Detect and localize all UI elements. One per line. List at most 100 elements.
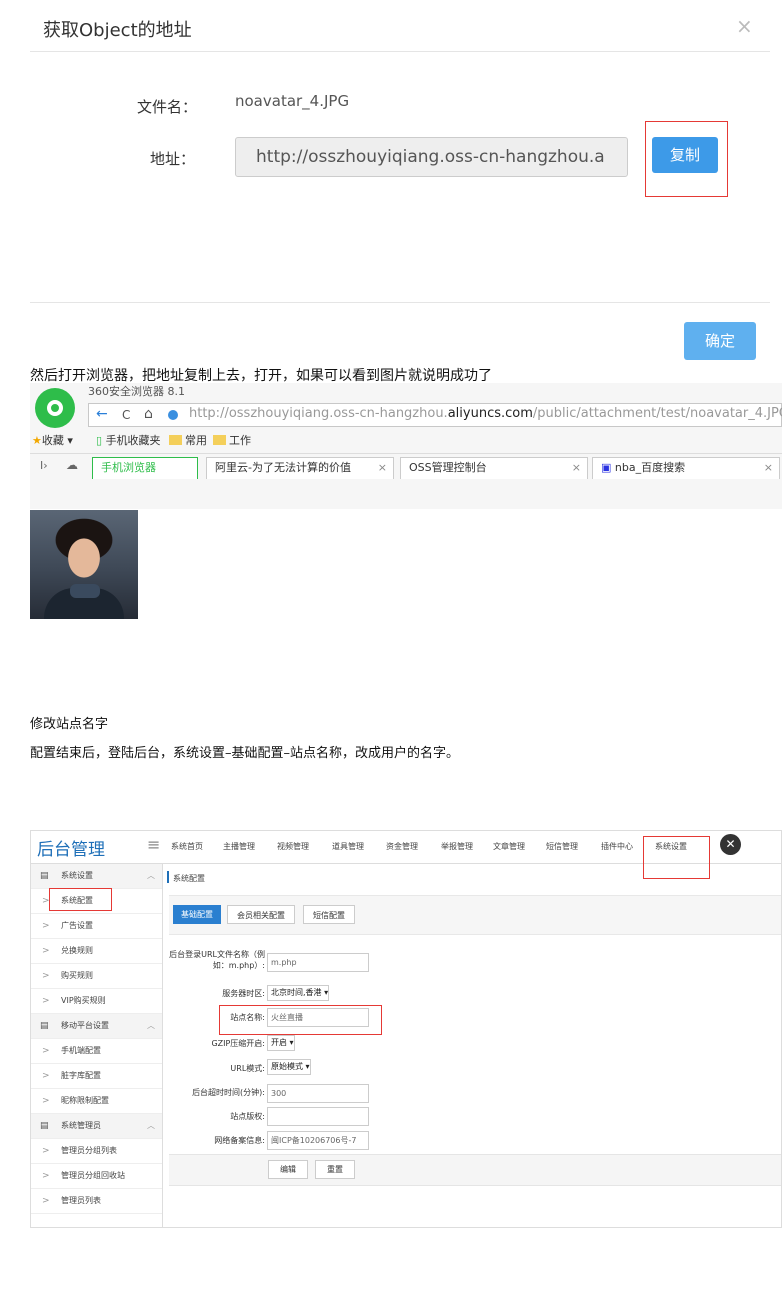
nav-sms[interactable]: 短信管理 xyxy=(546,841,578,852)
sidebar-item-admin-groups[interactable]: > 管理员分组列表 xyxy=(31,1139,162,1164)
timezone-select[interactable]: 北京时间,香港 ▾ xyxy=(267,985,330,1001)
sidebar-highlight-box xyxy=(49,888,112,911)
nav-video[interactable]: 视频管理 xyxy=(277,841,309,852)
nav-funds[interactable]: 资金管理 xyxy=(386,841,418,852)
filename-value: noavatar_4.JPG xyxy=(235,92,350,110)
chevron-right-icon: > xyxy=(42,1046,50,1056)
nav-home[interactable]: 系统首页 xyxy=(171,841,203,852)
sidebar-item-ads[interactable]: > 广告设置 xyxy=(31,914,162,939)
tab-oss-console[interactable]: OSS管理控制台 × xyxy=(400,457,588,479)
nav-highlight-box xyxy=(643,836,710,879)
icp-input[interactable]: 闽ICP备10206706号-7 xyxy=(267,1131,369,1150)
url-text[interactable]: http://osszhouyiqiang.oss-cn-hangzhou.al… xyxy=(189,406,782,421)
phone-icon: ▯ xyxy=(96,434,103,447)
bookmark-common[interactable]: 常用 xyxy=(169,432,207,448)
sidebar-item-admin-recycle[interactable]: > 管理员分组回收站 xyxy=(31,1164,162,1189)
address-label: 地址： xyxy=(150,150,196,168)
gzip-label: GZIP压缩开启: xyxy=(211,1039,265,1048)
browser-logo-icon xyxy=(35,388,75,428)
sidebar-item-exchange[interactable]: > 兑换规则 xyxy=(31,939,162,964)
tab-basic-config[interactable]: 基础配置 xyxy=(173,905,221,924)
url-mode-select[interactable]: 原始模式 ▾ xyxy=(267,1059,311,1075)
breadcrumb-marker xyxy=(167,871,169,883)
browser-title: 360安全浏览器 8.1 xyxy=(88,385,185,398)
dialog-divider-bottom xyxy=(30,302,770,303)
filename-label: 文件名： xyxy=(137,98,198,116)
bookmark-work[interactable]: 工作 xyxy=(213,432,251,448)
refresh-icon[interactable]: C xyxy=(122,408,130,422)
address-bar[interactable]: ← C ⌂ http://osszhouyiqiang.oss-cn-hangz… xyxy=(88,403,782,427)
timezone-label: 服务器时区: xyxy=(222,989,265,998)
sidebar-item-purchase[interactable]: > 购买规则 xyxy=(31,964,162,989)
sidebar-item-admin-list[interactable]: > 管理员列表 xyxy=(31,1189,162,1214)
chevron-right-icon: > xyxy=(42,996,50,1006)
chevron-right-icon: > xyxy=(42,946,50,956)
site-name-highlight-box xyxy=(219,1005,382,1035)
globe-icon xyxy=(168,410,178,420)
doc-icon: ▤ xyxy=(40,871,49,881)
tab-strip: I› ☁ 手机浏览器 阿里云-为了无法计算的价值 × OSS管理控制台 × ▣ nb… xyxy=(30,453,782,480)
back-icon[interactable]: ← xyxy=(96,406,108,422)
sidebar-group-mobile[interactable]: ▤ 移动平台设置 ︿ xyxy=(31,1014,162,1039)
chevron-right-icon: > xyxy=(42,1096,50,1106)
tab-member-config[interactable]: 会员相关配置 xyxy=(227,905,295,924)
browser-window: 360安全浏览器 8.1 ← C ⌂ http://osszhouyiqiang… xyxy=(30,383,782,509)
sidebar-group-system[interactable]: ▤ 系统设置 ︿ xyxy=(31,864,162,889)
nav-article[interactable]: 文章管理 xyxy=(493,841,525,852)
tab-aliyun[interactable]: 阿里云-为了无法计算的价值 × xyxy=(206,457,394,479)
sidebar-item-nickname[interactable]: > 昵称限制配置 xyxy=(31,1089,162,1114)
chevron-right-icon: > xyxy=(42,1171,50,1181)
chevron-right-icon: > xyxy=(42,1196,50,1206)
tab-nba-search[interactable]: ▣ nba_百度搜索 × xyxy=(592,457,780,479)
nav-props[interactable]: 道具管理 xyxy=(332,841,364,852)
nav-plugins[interactable]: 插件中心 xyxy=(601,841,633,852)
nav-anchor[interactable]: 主播管理 xyxy=(223,841,255,852)
reset-button[interactable]: 重置 xyxy=(315,1160,355,1179)
breadcrumb: 系统配置 xyxy=(173,874,205,883)
address-input[interactable]: http://osszhouyiqiang.oss-cn-hangzhou.a xyxy=(235,137,628,177)
confirm-button[interactable]: 确定 xyxy=(684,322,756,360)
copy-highlight-box xyxy=(645,121,728,197)
bookmark-favorites[interactable]: ★收藏 ▾ xyxy=(32,432,73,448)
chevron-right-icon: > xyxy=(42,1071,50,1081)
icp-label: 网络备案信息: xyxy=(214,1136,265,1145)
sidebar-toggle-icon[interactable]: I› xyxy=(40,459,48,472)
photo-scarf xyxy=(70,584,100,598)
sidebar: ▤ 系统设置 ︿ > 系统配置 > 广告设置 > 兑换规则 > 购买规则 > VIP购买规则 … xyxy=(31,864,163,1227)
home-icon[interactable]: ⌂ xyxy=(144,406,153,422)
login-url-input[interactable]: m.php xyxy=(267,953,369,972)
edit-button[interactable]: 编辑 xyxy=(268,1160,308,1179)
tab-mobile-browser[interactable]: 手机浏览器 xyxy=(92,457,198,479)
chevron-up-icon: ︿ xyxy=(147,1021,155,1030)
doc-icon: ▤ xyxy=(40,1121,49,1131)
chevron-right-icon: > xyxy=(42,971,50,981)
login-url-label: 后台登录URL文件名称（例如：m.php）: xyxy=(169,950,265,970)
copyright-input[interactable] xyxy=(267,1107,369,1126)
instruction-text: 然后打开浏览器，把地址复制上去，打开，如果可以看到图片就说明成功了 xyxy=(30,368,492,384)
close-icon[interactable]: ✕ xyxy=(720,834,741,855)
admin-panel: 后台管理 ≡ 系统首页 主播管理 视频管理 道具管理 资金管理 举报管理 文章管… xyxy=(30,830,782,1228)
section-description: 配置结束后，登陆后台，系统设置–基础配置–站点名称，改成用户的名字。 xyxy=(30,746,460,761)
section-title: 修改站点名字 xyxy=(30,717,109,732)
sidebar-item-dirty-words[interactable]: > 脏字库配置 xyxy=(31,1064,162,1089)
nav-report[interactable]: 举报管理 xyxy=(441,841,473,852)
baidu-icon: ▣ xyxy=(601,461,612,474)
star-icon: ★ xyxy=(32,434,42,447)
timeout-input[interactable]: 300 xyxy=(267,1084,369,1103)
gzip-select[interactable]: 开启 ▾ xyxy=(267,1035,295,1051)
menu-icon[interactable]: ≡ xyxy=(147,835,160,854)
sidebar-item-mobile-config[interactable]: > 手机端配置 xyxy=(31,1039,162,1064)
copyright-label: 站点版权: xyxy=(230,1112,265,1121)
sidebar-item-vip[interactable]: > VIP购买规则 xyxy=(31,989,162,1014)
close-icon[interactable]: × xyxy=(736,14,753,38)
chevron-right-icon: > xyxy=(42,1146,50,1156)
dialog-divider-top xyxy=(30,51,770,52)
doc-icon: ▤ xyxy=(40,1021,49,1031)
folder-icon xyxy=(213,435,226,445)
tab-sms-config[interactable]: 短信配置 xyxy=(303,905,355,924)
avatar-photo xyxy=(30,510,138,619)
bookmark-mobile[interactable]: ▯ 手机收藏夹 xyxy=(96,432,161,448)
sidebar-group-admins[interactable]: ▤ 系统管理员 ︿ xyxy=(31,1114,162,1139)
cloud-icon[interactable]: ☁ xyxy=(66,458,78,472)
chevron-up-icon: ︿ xyxy=(147,871,155,880)
